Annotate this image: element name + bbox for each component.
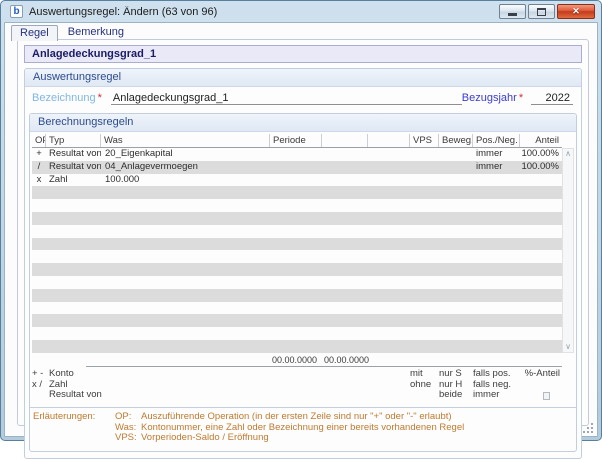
bezugsjahr-input[interactable]: 2022 (531, 92, 573, 105)
anteil-box-icon (543, 392, 550, 400)
close-icon: ✕ (572, 6, 580, 17)
legend-format-row: 00.00.0000 00.00.0000 (32, 353, 562, 367)
column-header-typ: Typ (46, 134, 101, 147)
tab-panel-regel: Anlagedeckungsgrad_1 Auswertungsregel Be… (17, 39, 589, 426)
window-body: Regel Bemerkung Anlagedeckungsgrad_1 Aus… (4, 22, 598, 437)
table-row-empty[interactable] (32, 314, 562, 327)
table-row[interactable]: / Resultat von 04_Anlagevermoegen immer … (32, 161, 562, 174)
scroll-down-icon[interactable]: ∨ (565, 342, 571, 352)
field-underline (439, 354, 473, 367)
bezugsjahr-required-mark: * (517, 92, 523, 104)
column-header-periode: Periode (270, 134, 322, 147)
legend-posneg: falls pos. falls neg. immer (473, 369, 520, 403)
table-row-empty[interactable] (32, 212, 562, 225)
field-underline (410, 354, 439, 367)
column-header-op: OP (32, 134, 46, 147)
field-underline (473, 354, 520, 367)
table-row-empty[interactable] (32, 186, 562, 199)
bezeichnung-required-mark: * (96, 92, 102, 104)
erlaeuterungen-item: VPS:Vorperioden-Saldo / Eröffnung (115, 433, 572, 444)
scroll-up-icon[interactable]: ∧ (565, 149, 571, 159)
rule-name-header: Anlagedeckungsgrad_1 (24, 45, 582, 63)
table-row-empty[interactable] (32, 302, 562, 315)
group-auswertungsregel: Auswertungsregel Bezeichnung * Anlagedec… (24, 68, 582, 459)
table-scrollbar[interactable]: ∧ ∨ (562, 148, 574, 353)
tab-regel[interactable]: Regel (11, 25, 58, 41)
minimize-icon (508, 13, 517, 16)
column-header-beweg: Beweg. (439, 134, 473, 147)
was-field-underline (86, 354, 270, 367)
bezeichnung-input[interactable]: Anlagedeckungsgrad_1 (111, 92, 462, 105)
window-controls: ✕ (499, 4, 595, 19)
legend-typ: Konto Zahl Resultat von (46, 369, 270, 403)
erlaeuterungen-section: Erläuterungen: OP:Auszuführende Operatio… (30, 407, 576, 451)
close-button[interactable]: ✕ (557, 4, 595, 19)
window-title: Auswertungsregel: Ändern (63 von 96) (29, 6, 493, 18)
bezeichnung-label: Bezeichnung (32, 92, 96, 104)
table-row-empty[interactable] (32, 250, 562, 263)
table-row-empty[interactable] (32, 199, 562, 212)
rules-table-header: OP Typ Was Periode VPS Beweg. Pos./Neg. … (32, 133, 562, 148)
group-berechnungsregeln: Berechnungsregeln OP Typ Was Periode VPS… (29, 113, 577, 452)
rules-table: OP Typ Was Periode VPS Beweg. Pos./Neg. … (32, 133, 574, 353)
titlebar[interactable]: b Auswertungsregel: Ändern (63 von 96) ✕ (1, 1, 601, 22)
column-header-periode-bis (322, 134, 368, 147)
column-header-posneg: Pos./Neg. (473, 134, 520, 147)
maximize-icon (537, 8, 546, 16)
maximize-button[interactable] (528, 4, 555, 19)
table-row[interactable]: + Resultat von 20_Eigenkapital immer 100… (32, 148, 562, 161)
app-icon: b (10, 5, 23, 18)
group-auswertungsregel-header: Auswertungsregel (25, 69, 581, 87)
legend-vps: mit ohne (410, 369, 439, 403)
rule-fields-row: Bezeichnung * Anlagedeckungsgrad_1 Bezug… (25, 87, 581, 112)
bezugsjahr-label: Bezugsjahr (462, 92, 517, 104)
group-berechnungsregeln-header: Berechnungsregeln (30, 114, 576, 132)
table-row-empty[interactable] (32, 327, 562, 340)
table-row-empty[interactable] (32, 238, 562, 251)
column-header-anteil: Anteil (520, 134, 562, 147)
table-row[interactable]: x Zahl 100.000 (32, 174, 562, 187)
table-row-empty[interactable] (32, 289, 562, 302)
resize-grip[interactable] (591, 431, 593, 433)
legend-anteil: %-Anteil (520, 369, 562, 403)
erlaeuterungen-label: Erläuterungen: (33, 412, 115, 444)
column-header-was: Was (101, 134, 270, 147)
table-row-empty[interactable] (32, 263, 562, 276)
column-header-vps: VPS (410, 134, 439, 147)
rules-rows: + Resultat von 20_Eigenkapital immer 100… (32, 148, 562, 353)
table-row-empty[interactable] (32, 276, 562, 289)
field-underline (368, 354, 410, 367)
legend-options: + - x / Konto Zahl Resultat von mit ohne (32, 369, 562, 403)
legend-op: + - x / (32, 369, 46, 403)
table-row-empty[interactable] (32, 340, 562, 353)
field-underline (520, 354, 562, 367)
table-row-empty[interactable] (32, 225, 562, 238)
minimize-button[interactable] (499, 4, 526, 19)
erlaeuterungen-items: OP:Auszuführende Operation (in der erste… (115, 412, 572, 444)
column-header-blank (368, 134, 410, 147)
periode-bis-format: 00.00.0000 (322, 354, 368, 367)
periode-von-format: 00.00.0000 (270, 354, 322, 367)
app-window: b Auswertungsregel: Ändern (63 von 96) ✕… (0, 0, 602, 441)
legend-beweg: nur S nur H beide (439, 369, 473, 403)
